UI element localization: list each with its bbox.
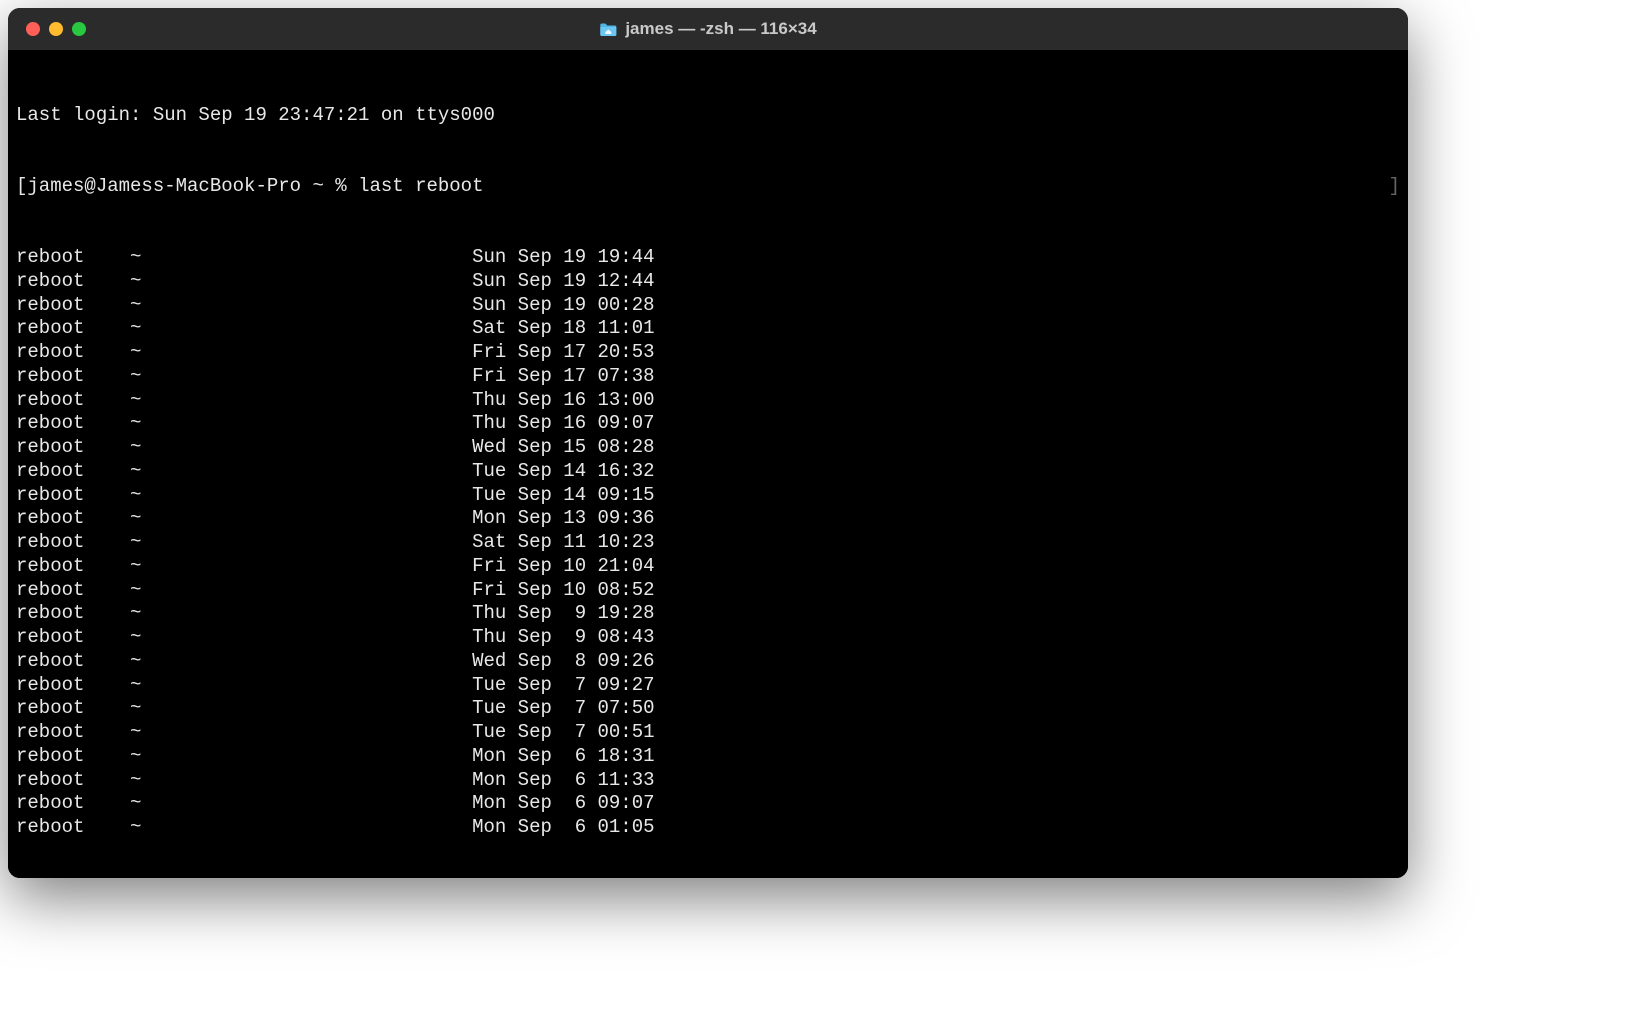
reboot-row: reboot ~ Wed Sep 8 09:26 xyxy=(16,650,1400,674)
reboot-row: reboot ~ Tue Sep 7 09:27 xyxy=(16,674,1400,698)
terminal-window: james — -zsh — 116×34 Last login: Sun Se… xyxy=(8,8,1408,878)
terminal-body[interactable]: Last login: Sun Sep 19 23:47:21 on ttys0… xyxy=(8,50,1408,878)
reboot-row: reboot ~ Mon Sep 13 09:36 xyxy=(16,507,1400,531)
reboot-row: reboot ~ Thu Sep 16 13:00 xyxy=(16,389,1400,413)
reboot-row: reboot ~ Sun Sep 19 12:44 xyxy=(16,270,1400,294)
minimize-button[interactable] xyxy=(49,22,63,36)
reboot-row: reboot ~ Fri Sep 17 07:38 xyxy=(16,365,1400,389)
reboot-row: reboot ~ Fri Sep 10 08:52 xyxy=(16,579,1400,603)
reboot-row: reboot ~ Wed Sep 15 08:28 xyxy=(16,436,1400,460)
reboot-row: reboot ~ Tue Sep 14 09:15 xyxy=(16,484,1400,508)
reboot-row: reboot ~ Sat Sep 18 11:01 xyxy=(16,317,1400,341)
reboot-row: reboot ~ Sun Sep 19 00:28 xyxy=(16,294,1400,318)
reboot-row: reboot ~ Mon Sep 6 11:33 xyxy=(16,769,1400,793)
reboot-row: reboot ~ Tue Sep 7 00:51 xyxy=(16,721,1400,745)
reboot-row: reboot ~ Sun Sep 19 19:44 xyxy=(16,246,1400,270)
home-folder-icon xyxy=(599,22,617,37)
reboot-row: reboot ~ Tue Sep 7 07:50 xyxy=(16,697,1400,721)
reboot-row: reboot ~ Mon Sep 6 18:31 xyxy=(16,745,1400,769)
reboot-row: reboot ~ Tue Sep 14 16:32 xyxy=(16,460,1400,484)
reboot-row: reboot ~ Mon Sep 6 09:07 xyxy=(16,792,1400,816)
reboot-row: reboot ~ Thu Sep 9 08:43 xyxy=(16,626,1400,650)
typed-command: last reboot xyxy=(358,175,483,197)
reboot-row: reboot ~ Fri Sep 17 20:53 xyxy=(16,341,1400,365)
window-title: james — -zsh — 116×34 xyxy=(599,19,816,39)
prompt-open-bracket: [ xyxy=(16,175,27,197)
maximize-button[interactable] xyxy=(72,22,86,36)
prompt-text: james@Jamess-MacBook-Pro ~ % xyxy=(27,175,358,197)
reboot-row: reboot ~ Thu Sep 16 09:07 xyxy=(16,412,1400,436)
close-button[interactable] xyxy=(26,22,40,36)
reboot-output: reboot ~ Sun Sep 19 19:44reboot ~ Sun Se… xyxy=(16,246,1400,840)
command-line: [james@Jamess-MacBook-Pro ~ % last reboo… xyxy=(16,175,1400,199)
reboot-row: reboot ~ Mon Sep 6 01:05 xyxy=(16,816,1400,840)
traffic-lights xyxy=(8,22,86,36)
reboot-row: reboot ~ Fri Sep 10 21:04 xyxy=(16,555,1400,579)
reboot-row: reboot ~ Thu Sep 9 19:28 xyxy=(16,602,1400,626)
reboot-row: reboot ~ Sat Sep 11 10:23 xyxy=(16,531,1400,555)
prompt-close-bracket: ] xyxy=(1389,175,1400,199)
last-login-line: Last login: Sun Sep 19 23:47:21 on ttys0… xyxy=(16,104,1400,128)
window-title-text: james — -zsh — 116×34 xyxy=(625,19,816,39)
title-bar: james — -zsh — 116×34 xyxy=(8,8,1408,50)
